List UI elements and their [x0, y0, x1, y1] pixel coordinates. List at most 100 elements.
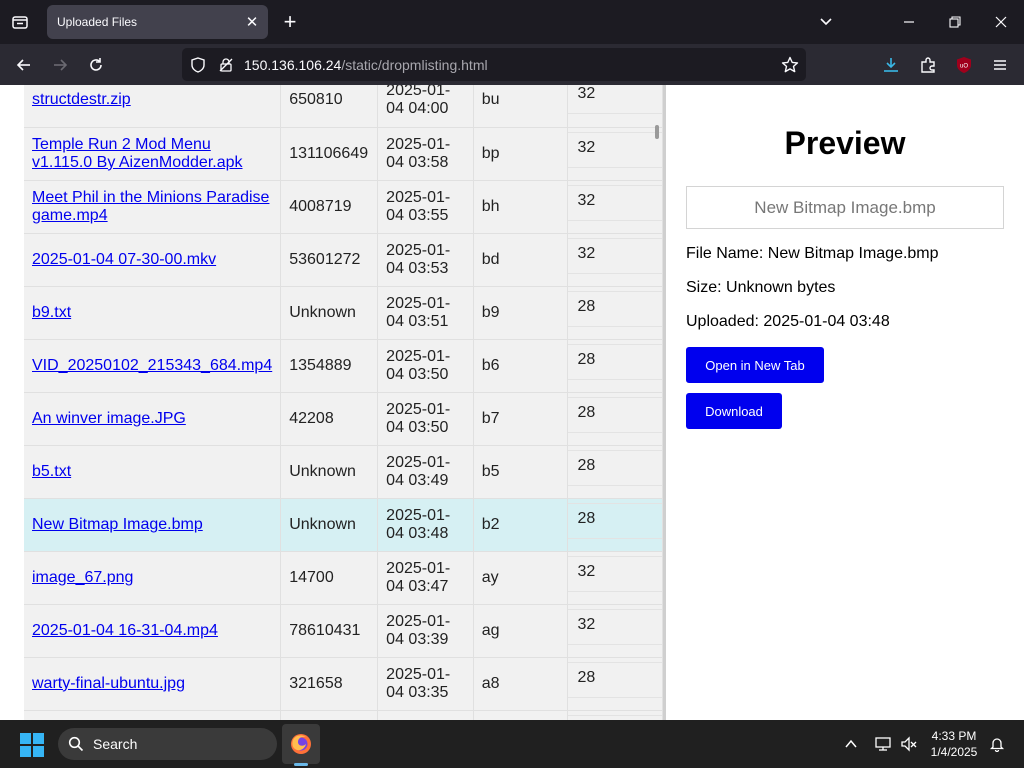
- taskbar-search[interactable]: Search: [58, 728, 277, 760]
- file-link[interactable]: warty-final-ubuntu.jpg: [32, 675, 185, 692]
- svg-text:uO: uO: [960, 64, 968, 70]
- file-size-cell: Unknown: [280, 498, 379, 552]
- bookmark-star-icon[interactable]: [780, 55, 800, 75]
- table-row[interactable]: New Bitmap Image.bmp Unknown 2025-01-04 03…: [24, 498, 663, 552]
- extensions-icon[interactable]: [913, 50, 943, 80]
- file-size-cell: Unknown: [280, 286, 379, 340]
- file-date-cell: 2025-01-04 03:55: [377, 180, 474, 234]
- file-name-cell: image_67.png: [24, 551, 282, 605]
- scrollbar-thumb[interactable]: [655, 125, 659, 139]
- file-link[interactable]: Meet Phil in the Minions Paradise game.m…: [32, 189, 269, 224]
- file-link[interactable]: Temple Run 2 Mod Menu v1.115.0 By AizenM…: [32, 136, 243, 171]
- table-row[interactable]: VID_20250102_215343_684.mp4 1354889 2025-0…: [24, 339, 663, 393]
- url-bar[interactable]: 150.136.106.24/static/dropmlisting.html: [182, 48, 806, 81]
- file-size-cell: 321658: [280, 657, 379, 711]
- firefox-active-indicator: [294, 763, 308, 766]
- file-num-value: 28: [568, 343, 662, 380]
- table-row[interactable]: 2025-01-04 07-30-00.mkv 53601272 2025-01-0…: [24, 233, 663, 287]
- table-row[interactable]: image_67.png 14700 2025-01-04 03:47 ay 32: [24, 551, 663, 605]
- file-code-cell: b9: [473, 286, 569, 340]
- table-row[interactable]: 2025-01-04 16-31-04.mp4 78610431 2025-01-0…: [24, 604, 663, 658]
- file-num-cell: 32: [567, 604, 663, 658]
- file-num-value: 28: [568, 449, 662, 486]
- file-num-cell: 28: [567, 498, 663, 552]
- minimize-icon[interactable]: [895, 8, 923, 36]
- shield-icon[interactable]: [188, 55, 208, 75]
- tab-close-icon[interactable]: ✕: [242, 12, 262, 32]
- table-row[interactable]: structdestr.zip 650810 2025-01-04 04:00 bu 3…: [24, 85, 663, 128]
- notification-bell-icon[interactable]: [987, 734, 1007, 754]
- menu-icon[interactable]: [985, 50, 1015, 80]
- file-code-cell: bh: [473, 180, 569, 234]
- file-table: structdestr.zip 650810 2025-01-04 04:00 bu 3…: [24, 85, 663, 720]
- file-list-pane[interactable]: structdestr.zip 650810 2025-01-04 04:00 bu 3…: [0, 85, 663, 720]
- file-date-cell: 2025-01-04 03:49: [377, 445, 474, 499]
- table-row[interactable]: warty-final-ubuntu.jpg 321658 2025-01-04 0…: [24, 657, 663, 711]
- restore-icon[interactable]: [941, 8, 969, 36]
- file-num-cell: [567, 710, 663, 720]
- table-row[interactable]: An winver image.JPG 42208 2025-01-04 03:50…: [24, 392, 663, 446]
- forward-icon[interactable]: [45, 50, 75, 80]
- file-name-cell: b5.txt: [24, 445, 282, 499]
- lock-insecure-icon[interactable]: [216, 55, 236, 75]
- file-name-cell: structdestr.zip: [24, 85, 282, 128]
- url-text[interactable]: 150.136.106.24/static/dropmlisting.html: [244, 57, 488, 73]
- table-row[interactable]: b9.txt Unknown 2025-01-04 03:51 b9 28: [24, 286, 663, 340]
- file-code-cell: b6: [473, 339, 569, 393]
- firefox-taskbar-icon[interactable]: [282, 724, 320, 764]
- preview-pane: Preview New Bitmap Image.bmp File Name: …: [666, 85, 1024, 720]
- chevron-down-icon[interactable]: [812, 8, 840, 36]
- file-date-cell: [377, 710, 474, 720]
- windows-start-icon[interactable]: [20, 733, 44, 757]
- taskbar-clock[interactable]: 4:33 PM 1/4/2025: [924, 728, 984, 760]
- table-row[interactable]: [24, 710, 663, 720]
- file-num-value: 28: [568, 661, 662, 698]
- table-row[interactable]: b5.txt Unknown 2025-01-04 03:49 b5 28: [24, 445, 663, 499]
- browser-tab-bar: Uploaded Files ✕ +: [0, 0, 1024, 44]
- new-tab-icon[interactable]: +: [278, 10, 302, 34]
- tab-uploaded-files[interactable]: Uploaded Files ✕: [47, 5, 268, 39]
- close-window-icon[interactable]: [987, 8, 1015, 36]
- chevron-up-icon[interactable]: [841, 734, 861, 754]
- file-link[interactable]: b9.txt: [32, 304, 71, 321]
- volume-muted-icon[interactable]: [899, 734, 919, 754]
- file-size-cell: [280, 710, 379, 720]
- file-name-cell: [24, 710, 282, 720]
- network-icon[interactable]: [873, 734, 893, 754]
- tab-list-icon[interactable]: [6, 8, 34, 36]
- download-button[interactable]: Download: [686, 393, 782, 429]
- file-code-cell: bp: [473, 127, 569, 181]
- file-size-cell: 650810: [280, 85, 379, 128]
- file-size-cell: 131106649: [280, 127, 379, 181]
- file-link[interactable]: 2025-01-04 07-30-00.mkv: [32, 251, 216, 268]
- page-content: structdestr.zip 650810 2025-01-04 04:00 bu 3…: [0, 85, 1024, 720]
- file-link[interactable]: structdestr.zip: [32, 91, 131, 108]
- file-link[interactable]: VID_20250102_215343_684.mp4: [32, 357, 272, 374]
- file-num-value: 32: [568, 237, 662, 274]
- file-date-cell: 2025-01-04 04:00: [377, 85, 474, 128]
- file-name-cell: 2025-01-04 07-30-00.mkv: [24, 233, 282, 287]
- file-num-value: 32: [568, 184, 662, 221]
- file-name-cell: Temple Run 2 Mod Menu v1.115.0 By AizenM…: [24, 127, 282, 181]
- file-date-cell: 2025-01-04 03:50: [377, 339, 474, 393]
- back-icon[interactable]: [9, 50, 39, 80]
- clock-date: 1/4/2025: [930, 745, 978, 759]
- file-num-cell: 28: [567, 657, 663, 711]
- table-row[interactable]: Temple Run 2 Mod Menu v1.115.0 By AizenM…: [24, 127, 663, 181]
- table-row[interactable]: Meet Phil in the Minions Paradise game.m…: [24, 180, 663, 234]
- file-link[interactable]: b5.txt: [32, 463, 71, 480]
- file-name-cell: VID_20250102_215343_684.mp4: [24, 339, 282, 393]
- file-link[interactable]: 2025-01-04 16-31-04.mp4: [32, 622, 218, 639]
- open-in-new-tab-button[interactable]: Open in New Tab: [686, 347, 824, 383]
- ublock-icon[interactable]: uO: [949, 50, 979, 80]
- file-code-cell: b7: [473, 392, 569, 446]
- file-code-cell: ag: [473, 604, 569, 658]
- file-link[interactable]: New Bitmap Image.bmp: [32, 516, 203, 533]
- file-link[interactable]: image_67.png: [32, 569, 133, 586]
- file-date-cell: 2025-01-04 03:50: [377, 392, 474, 446]
- taskbar: Search 4:33 PM 1/4/2025: [0, 720, 1024, 768]
- reload-icon[interactable]: [81, 50, 111, 80]
- file-num-value: 28: [568, 502, 662, 539]
- downloads-icon[interactable]: [876, 50, 906, 80]
- file-link[interactable]: An winver image.JPG: [32, 410, 186, 427]
